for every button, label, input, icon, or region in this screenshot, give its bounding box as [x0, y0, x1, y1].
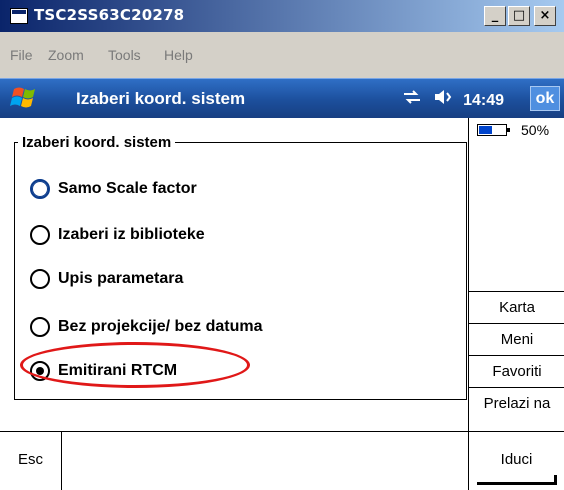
esc-label: Esc — [17, 451, 43, 468]
corner-bracket-icon — [477, 475, 557, 485]
battery-percent: 50% — [521, 122, 550, 138]
menu-zoom[interactable]: Zoom — [48, 47, 84, 63]
radio-label: Izaberi iz biblioteke — [58, 226, 205, 243]
favoriti-label: Favoriti — [492, 363, 542, 380]
karta-button[interactable]: Karta — [469, 291, 564, 323]
pda-titlebar: Izaberi koord. sistem 14:49 ok — [0, 78, 564, 118]
speaker-icon — [434, 90, 451, 104]
highlight-ellipse-annotation — [20, 342, 250, 388]
radio-option-bez-projekcije[interactable]: Bez projekcije/ bez datuma — [30, 314, 263, 340]
maximize-button[interactable]: □ — [508, 6, 530, 26]
start-icon[interactable] — [10, 83, 40, 113]
battery-level — [479, 126, 492, 134]
favoriti-button[interactable]: Favoriti — [469, 355, 564, 387]
battery-icon — [477, 124, 510, 136]
window-title: TSC2SS63C20278 — [34, 6, 185, 24]
radio-option-samo-scale-factor[interactable]: Samo Scale factor — [30, 176, 197, 202]
radio-option-izaberi-iz-biblioteke[interactable]: Izaberi iz biblioteke — [30, 222, 205, 248]
radio-label: Samo Scale factor — [58, 180, 197, 197]
ok-button[interactable]: ok — [530, 86, 560, 111]
menubar: File Zoom Tools Help — [0, 40, 564, 68]
prelazi-na-button[interactable]: Prelazi na — [469, 387, 564, 419]
iduci-label: Iduci — [500, 451, 533, 468]
radio-label: Upis parametara — [58, 270, 184, 287]
pda-screen: Izaberi koord. sistem Samo Scale factor … — [0, 118, 564, 490]
menu-file[interactable]: File — [10, 47, 33, 63]
softkey-bar: Esc Iduci — [0, 431, 564, 490]
emulator-window: TSC2SS63C20278 _ □ × File Zoom Tools Hel… — [0, 0, 564, 490]
menu-help[interactable]: Help — [164, 47, 193, 63]
groupbox-legend: Izaberi koord. sistem — [18, 134, 176, 151]
esc-button[interactable]: Esc — [0, 432, 62, 490]
radio-button[interactable] — [30, 225, 50, 245]
radio-label: Bez projekcije/ bez datuma — [58, 318, 263, 335]
meni-label: Meni — [500, 331, 534, 348]
radio-button[interactable] — [30, 317, 50, 337]
radio-button[interactable] — [30, 269, 50, 289]
radio-option-upis-parametara[interactable]: Upis parametara — [30, 266, 183, 292]
meni-button[interactable]: Meni — [469, 323, 564, 355]
prelazi-na-label: Prelazi na — [483, 395, 551, 412]
iduci-button[interactable]: Iduci — [468, 432, 564, 490]
window-titlebar[interactable]: TSC2SS63C20278 _ □ × — [0, 0, 564, 32]
side-panel: 50% Karta Meni Favoriti Prelazi na — [468, 118, 564, 431]
sync-icon — [404, 90, 421, 104]
menu-tools[interactable]: Tools — [108, 47, 141, 63]
clock-time: 14:49 — [463, 92, 504, 109]
status-area[interactable]: 14:49 — [402, 89, 504, 110]
pda-title: Izaberi koord. sistem — [76, 89, 246, 108]
app-icon — [10, 8, 28, 24]
minimize-button[interactable]: _ — [484, 6, 506, 26]
karta-label: Karta — [499, 299, 535, 316]
radio-button[interactable] — [30, 179, 50, 199]
close-button[interactable]: × — [534, 6, 556, 26]
